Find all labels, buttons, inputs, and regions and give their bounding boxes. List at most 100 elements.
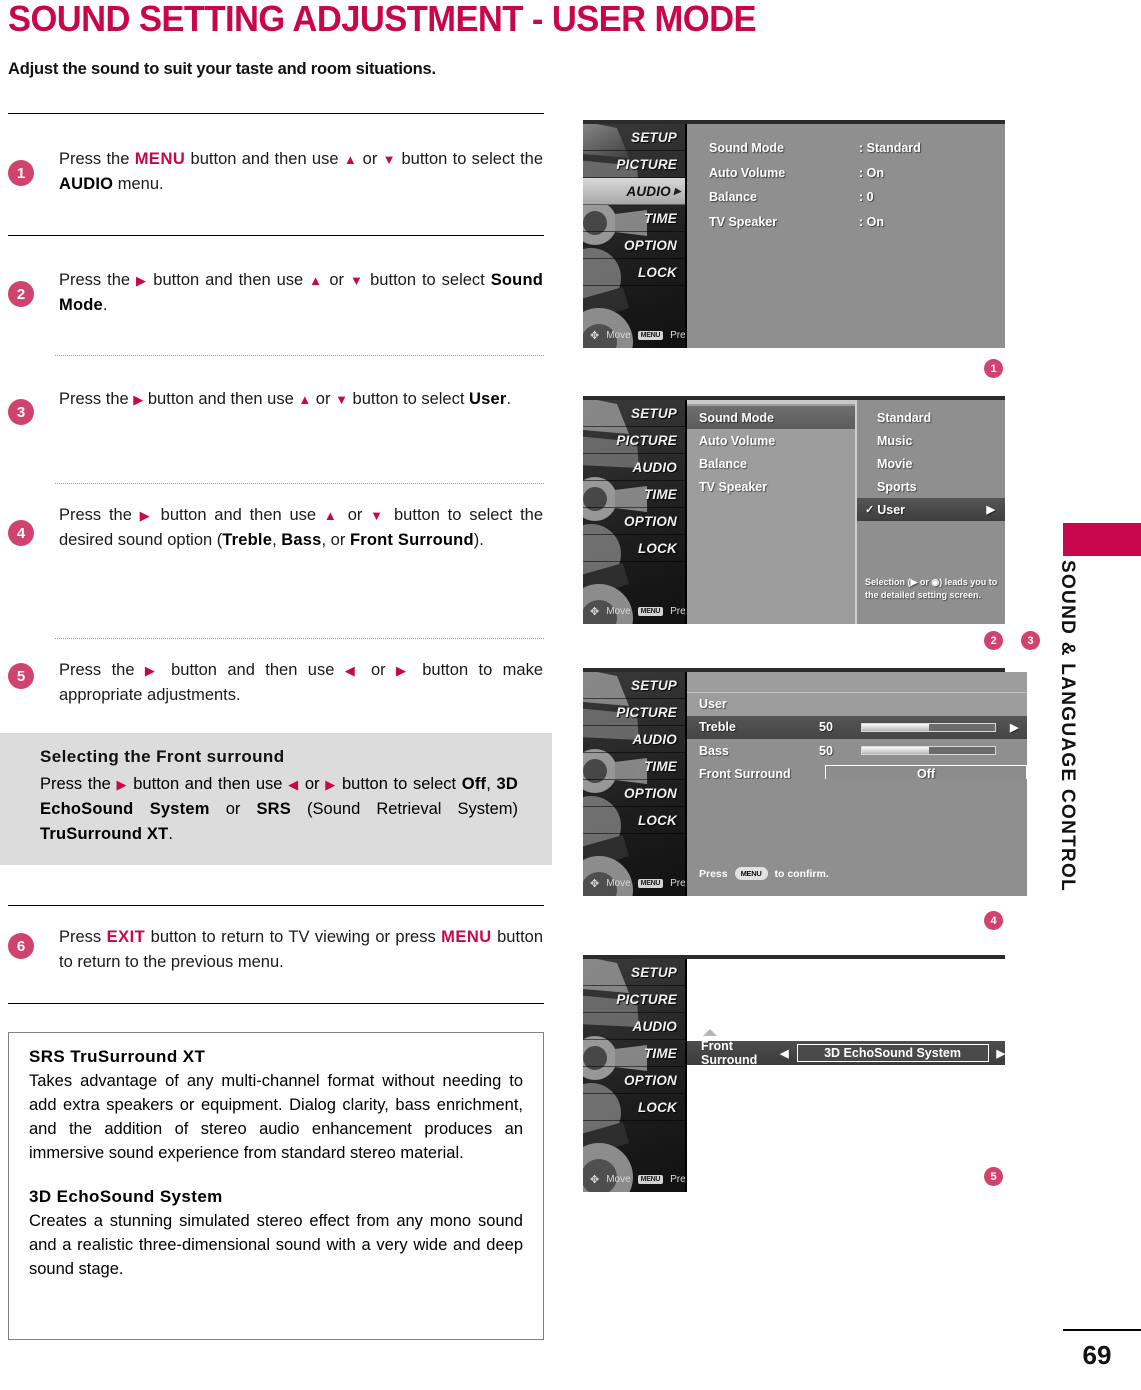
osd-menu-item-lock[interactable]: LOCK: [583, 1094, 685, 1121]
osd-option-user[interactable]: ✓ User ▶: [857, 498, 1005, 521]
osd-option-music[interactable]: Music: [857, 429, 1005, 452]
osd-menu-item-setup[interactable]: SETUP: [583, 959, 685, 986]
osd-option-movie[interactable]: Movie: [857, 452, 1005, 475]
step-marker-1: 1: [984, 359, 1003, 378]
chevron-right-icon[interactable]: ▶: [997, 1047, 1005, 1060]
osd-row-value: 50: [819, 720, 833, 735]
osd-row-label: Treble: [699, 720, 736, 735]
osd-item-sound-mode[interactable]: Sound Mode: [687, 406, 855, 429]
osd-item-tv-speaker[interactable]: TV Speaker: [687, 475, 855, 498]
osd-menu-label: OPTION: [624, 237, 677, 253]
osd-item-label: Balance: [699, 456, 747, 471]
note-heading: Selecting the Front surround: [40, 747, 285, 766]
osd-options-column: Standard Music Movie Sports ✓ User ▶ Sel…: [855, 400, 1005, 624]
osd-item-balance[interactable]: Balance: [687, 452, 855, 475]
osd-menu-label: AUDIO: [626, 183, 671, 199]
osd-menu-item-lock[interactable]: LOCK: [583, 535, 685, 562]
osd-row-treble[interactable]: Treble 50 ▶: [687, 715, 1027, 739]
info-section2-body: Creates a stunning simulated stereo effe…: [29, 1212, 523, 1278]
osd-menu-item-audio[interactable]: AUDIO: [583, 454, 685, 481]
bass-slider[interactable]: [861, 746, 996, 756]
osd-option-label: Sports: [877, 479, 917, 494]
osd-menu-label: SETUP: [630, 405, 677, 421]
osd-row-value: : Standard: [859, 141, 921, 156]
step-text: Press the ▶ button and then use ▲ or ▼ b…: [59, 506, 544, 549]
info-section2-title: 3D EchoSound System: [29, 1187, 223, 1206]
osd-menu-item-picture[interactable]: PICTURE: [583, 427, 685, 454]
step-badge: 3: [8, 399, 34, 425]
front-surround-label: Front Surround: [701, 1039, 758, 1067]
osd-row[interactable]: Balance : 0: [687, 185, 1005, 210]
osd-menu-item-option[interactable]: OPTION: [583, 508, 685, 535]
step-badge: 1: [8, 160, 34, 186]
osd-menu-item-setup[interactable]: SETUP: [583, 672, 685, 699]
osd-menu-item-option[interactable]: OPTION: [583, 1067, 685, 1094]
slider-fill: [862, 747, 929, 755]
osd-option-standard[interactable]: Standard: [857, 406, 1005, 429]
osd-option-label: Standard: [877, 410, 932, 425]
osd-option-sports[interactable]: Sports: [857, 475, 1005, 498]
divider-step1: [8, 235, 544, 236]
step-marker-2: 2: [984, 631, 1003, 650]
osd-menu-item-option[interactable]: OPTION: [583, 780, 685, 807]
dpad-icon: ✥: [590, 330, 600, 342]
osd-screen-sound-mode: SETUP PICTURE AUDIO TIME OPTION LOCK ✥ M…: [583, 396, 1005, 624]
osd-menu-item-lock[interactable]: LOCK: [583, 807, 685, 834]
osd-content: User Treble 50 ▶ Bass 50 Front Surround …: [687, 672, 1027, 896]
dpad-icon: ✥: [590, 606, 600, 618]
menu-key-badge: MENU: [637, 879, 664, 888]
chevron-right-icon: ▶: [673, 185, 681, 196]
osd-menu-item-lock[interactable]: LOCK: [583, 259, 685, 286]
step-text: Press the ▶ button and then use ◀ or ▶ b…: [59, 661, 544, 704]
osd-content: Sound Mode : Standard Auto Volume : On B…: [687, 124, 1005, 348]
menu-key-badge: MENU: [637, 1175, 664, 1184]
osd-footer: ✥ Move MENU Prev: [583, 877, 685, 890]
osd-menu-label: LOCK: [637, 812, 677, 828]
srs-info-box: SRS TruSurround XT Takes advantage of an…: [8, 1032, 544, 1340]
osd-row[interactable]: Auto Volume : On: [687, 161, 1005, 186]
osd-menu-item-time[interactable]: TIME: [583, 753, 685, 780]
osd-row-value: 50: [819, 743, 833, 758]
osd-menu-item-time[interactable]: TIME: [583, 205, 685, 232]
page-number-rule: [1063, 1329, 1141, 1331]
osd-menu-item-setup[interactable]: SETUP: [583, 400, 685, 427]
osd-menu-item-time[interactable]: TIME: [583, 481, 685, 508]
osd-item-auto-volume[interactable]: Auto Volume: [687, 429, 855, 452]
osd-menu-label: PICTURE: [616, 156, 677, 172]
osd-menu-item-audio[interactable]: AUDIO: [583, 1013, 685, 1040]
chevron-left-icon[interactable]: ◀: [780, 1047, 788, 1060]
menu-key-badge: MENU: [637, 607, 664, 616]
osd-menu-item-time[interactable]: TIME: [583, 1040, 685, 1067]
front-surround-note: Selecting the Front surround Press the ▶…: [0, 733, 552, 865]
step-text: Press the ▶ button and then use ▲ or ▼ b…: [59, 390, 512, 408]
osd-footer-prev: Prev: [670, 606, 686, 617]
page-number: 69: [1082, 1340, 1112, 1370]
divider-top: [8, 113, 544, 114]
treble-slider[interactable]: [861, 722, 996, 732]
divider-step4: [55, 638, 544, 639]
osd-selection-hint: Selection (▶ or ◉) leads you to the deta…: [865, 577, 998, 600]
osd-menu-item-setup[interactable]: SETUP: [583, 124, 685, 151]
osd-row[interactable]: Sound Mode : Standard: [687, 136, 1005, 161]
osd-row-label: TV Speaker: [709, 214, 778, 229]
osd-footer-move: Move: [606, 878, 631, 889]
osd-menu-item-picture[interactable]: PICTURE: [583, 151, 685, 178]
osd-menu-item-audio[interactable]: AUDIO: [583, 726, 685, 753]
chevron-right-icon: ▶: [986, 504, 995, 516]
dpad-icon: ✥: [590, 1174, 600, 1186]
front-surround-value[interactable]: 3D EchoSound System: [796, 1044, 989, 1062]
checkmark-icon: ✓: [865, 504, 875, 516]
osd-sidebar: SETUP PICTURE AUDIO TIME OPTION LOCK ✥ M…: [583, 672, 687, 896]
osd-menu-label: TIME: [643, 758, 677, 774]
osd-menu-item-option[interactable]: OPTION: [583, 232, 685, 259]
osd-menu-item-audio[interactable]: AUDIO ▶: [583, 178, 685, 205]
osd-row-label: Bass: [699, 743, 729, 758]
osd-row-bass[interactable]: Bass 50: [687, 739, 1027, 763]
front-surround-adjust-bar: Front Surround ◀ 3D EchoSound System ▶: [687, 1039, 1005, 1067]
osd-menu-item-picture[interactable]: PICTURE: [583, 699, 685, 726]
osd-row[interactable]: TV Speaker : On: [687, 210, 1005, 235]
osd-menu-item-picture[interactable]: PICTURE: [583, 986, 685, 1013]
osd-footer-move: Move: [606, 606, 631, 617]
osd-option-label: User: [877, 502, 906, 517]
